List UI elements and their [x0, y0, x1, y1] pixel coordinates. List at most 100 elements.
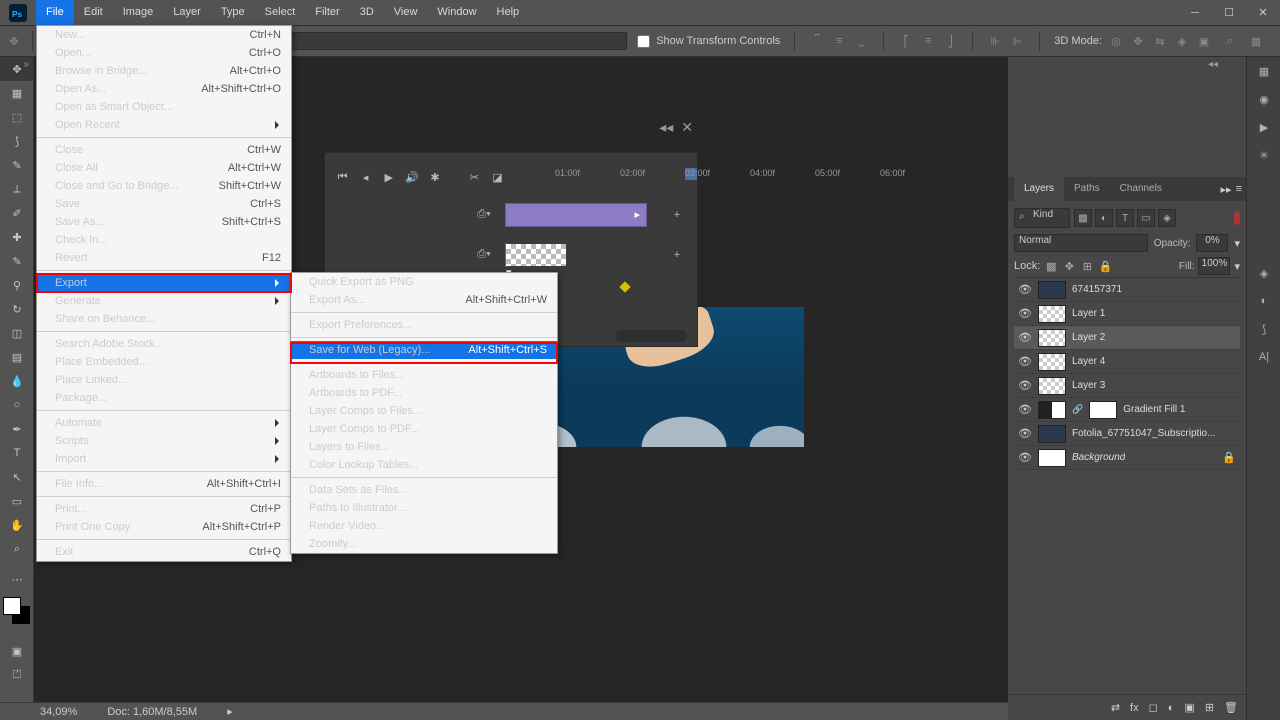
align-top-icon[interactable]: ⎴ [809, 33, 825, 49]
layer-row[interactable]: 👁Layer 1 [1014, 302, 1240, 326]
menuitem-open-as-smart-object[interactable]: Open as Smart Object... [37, 98, 291, 116]
lock-position-icon[interactable]: ✥ [1062, 259, 1076, 273]
panel-collapse[interactable]: ◂◂ [1208, 59, 1280, 70]
menuitem-export[interactable]: Export [37, 274, 291, 292]
menuitem-print-one-copy[interactable]: Print One CopyAlt+Shift+Ctrl+P [37, 518, 291, 536]
lock-pixels-icon[interactable]: ▩ [1044, 259, 1058, 273]
pen-tool-icon[interactable]: ✒ [0, 417, 34, 441]
menuitem-scripts[interactable]: Scripts [37, 432, 291, 450]
dock-libraries-icon[interactable]: ◉ [1247, 85, 1280, 113]
align-bottom-icon[interactable]: ⎵ [853, 33, 869, 49]
visibility-icon[interactable]: 👁 [1018, 379, 1032, 392]
tab-close-icon[interactable]: ✕ [681, 119, 693, 136]
menuitem-automate[interactable]: Automate [37, 414, 291, 432]
layer-row[interactable]: 👁Background🔒 [1014, 446, 1240, 470]
dock-play-icon[interactable]: ▶ [1247, 113, 1280, 141]
first-frame-icon[interactable]: ⏮ [335, 168, 350, 186]
visibility-icon[interactable]: 👁 [1018, 283, 1032, 296]
play-icon[interactable]: ▶ [381, 168, 396, 186]
window-minimize[interactable]: ─ [1178, 0, 1212, 25]
link-layers-icon[interactable]: ⇄ [1111, 701, 1120, 714]
transition-icon[interactable]: ◪ [490, 168, 505, 186]
menuitem-save[interactable]: SaveCtrl+S [37, 195, 291, 213]
align-right-icon[interactable]: ⎦ [942, 33, 958, 49]
dock-paths-icon[interactable]: ⟆ [1247, 315, 1280, 343]
status-arrow-icon[interactable]: ▸ [227, 705, 233, 718]
menuitem-open-recent[interactable]: Open Recent [37, 116, 291, 134]
visibility-icon[interactable]: 👁 [1018, 427, 1032, 440]
filter-toggle[interactable] [1234, 211, 1240, 225]
search-icon[interactable]: ⌕ [1222, 33, 1238, 49]
layer-row[interactable]: 👁Fotolia_67751047_Subscriptio... [1014, 422, 1240, 446]
visibility-icon[interactable]: 👁 [1018, 331, 1032, 344]
keyframe-icon[interactable] [619, 281, 630, 292]
3d-walk-icon[interactable]: ◈ [1174, 33, 1190, 49]
tools-collapse[interactable]: » [23, 59, 29, 70]
eraser-tool-icon[interactable]: ◫ [0, 321, 34, 345]
window-maximize[interactable]: ☐ [1212, 0, 1246, 25]
3d-orbit-icon[interactable]: ◎ [1108, 33, 1124, 49]
prev-frame-icon[interactable]: ◂ [358, 168, 373, 186]
menuitem-quick-export-as-png[interactable]: Quick Export as PNG [291, 273, 557, 291]
lock-artboard-icon[interactable]: ⊞ [1080, 259, 1094, 273]
marquee-tool-icon[interactable]: ⬚ [0, 105, 34, 129]
menuitem-save-for-web-legacy[interactable]: Save for Web (Legacy)...Alt+Shift+Ctrl+S [291, 341, 557, 359]
visibility-icon[interactable]: 👁 [1018, 403, 1032, 416]
layer-fx-icon[interactable]: fx [1130, 702, 1139, 714]
timeline-ruler[interactable]: 01:00f02:00f03:00f04:00f05:00f06:00f [505, 153, 687, 183]
dodge-tool-icon[interactable]: ○ [0, 393, 34, 417]
filter-kind-select[interactable]: Kind [1014, 208, 1070, 228]
menuitem-render-video[interactable]: Render Video... [291, 517, 557, 535]
window-close[interactable]: ✕ [1246, 0, 1280, 25]
layer-row[interactable]: 👁674157371 [1014, 278, 1240, 302]
menu-help[interactable]: Help [487, 0, 530, 25]
zoom-tool-icon[interactable]: ⌕ [0, 537, 34, 561]
new-layer-icon[interactable]: ⊞ [1205, 701, 1214, 714]
menuitem-zoomify[interactable]: Zoomify... [291, 535, 557, 553]
menuitem-open[interactable]: Open...Ctrl+O [37, 44, 291, 62]
path-tool-icon[interactable]: ↖ [0, 465, 34, 489]
filter-adjust-icon[interactable]: ◐ [1095, 209, 1113, 227]
filter-pixel-icon[interactable]: ▩ [1074, 209, 1092, 227]
tab-paths[interactable]: Paths [1064, 177, 1110, 201]
gradient-tool-icon[interactable]: ▤ [0, 345, 34, 369]
menu-window[interactable]: Window [427, 0, 486, 25]
eyedropper-tool-icon[interactable]: ✐ [0, 201, 34, 225]
color-swatch[interactable] [3, 597, 31, 625]
lock-all-icon[interactable]: 🔒 [1098, 259, 1112, 273]
fill-dropdown-icon[interactable]: ▾ [1234, 260, 1240, 273]
timeline-track[interactable]: ▸ [505, 203, 647, 227]
align-hcenter-icon[interactable]: ≡ [920, 33, 936, 49]
track-menu-icon[interactable]: ⎙▾ [475, 245, 493, 263]
visibility-icon[interactable]: 👁 [1018, 307, 1032, 320]
edit-toolbar-icon[interactable]: ⋯ [0, 567, 34, 591]
dock-character-icon[interactable]: A| [1247, 343, 1280, 371]
menu-layer[interactable]: Layer [163, 0, 211, 25]
history-brush-tool-icon[interactable]: ↻ [0, 297, 34, 321]
track-menu-icon[interactable]: ⎙▾ [475, 205, 493, 223]
show-transform-checkbox[interactable] [637, 35, 650, 48]
menu-type[interactable]: Type [211, 0, 255, 25]
lasso-tool-icon[interactable]: ⟆ [0, 129, 34, 153]
menuitem-close-and-go-to-bridge[interactable]: Close and Go to Bridge...Shift+Ctrl+W [37, 177, 291, 195]
adjustment-icon[interactable]: ◐ [1168, 702, 1175, 714]
timeline-track[interactable]: ▾ Layer 1 ▸ [505, 243, 507, 267]
menuitem-generate[interactable]: Generate [37, 292, 291, 310]
healing-tool-icon[interactable]: ✚ [0, 225, 34, 249]
workspace-icon[interactable]: ▦ [1248, 33, 1264, 49]
menu-edit[interactable]: Edit [74, 0, 113, 25]
distribute-h-icon[interactable]: ⊪ [987, 33, 1003, 49]
zoom-level[interactable]: 34,09% [40, 706, 77, 718]
menu-image[interactable]: Image [113, 0, 164, 25]
menuitem-place-linked[interactable]: Place Linked... [37, 371, 291, 389]
track-add-icon[interactable]: + [667, 245, 687, 265]
menuitem-search-adobe-stock[interactable]: Search Adobe Stock... [37, 335, 291, 353]
filter-shape-icon[interactable]: ▭ [1137, 209, 1155, 227]
3d-pan-icon[interactable]: ✥ [1130, 33, 1146, 49]
layer-row[interactable]: 👁Layer 3 [1014, 374, 1240, 398]
filter-smart-icon[interactable]: ◈ [1158, 209, 1176, 227]
align-left-icon[interactable]: ⎡ [898, 33, 914, 49]
tab-layers[interactable]: Layers [1014, 177, 1064, 201]
layer-mask-icon[interactable]: ◻ [1149, 701, 1158, 714]
layer-row[interactable]: 👁🔗Gradient Fill 1 [1014, 398, 1240, 422]
